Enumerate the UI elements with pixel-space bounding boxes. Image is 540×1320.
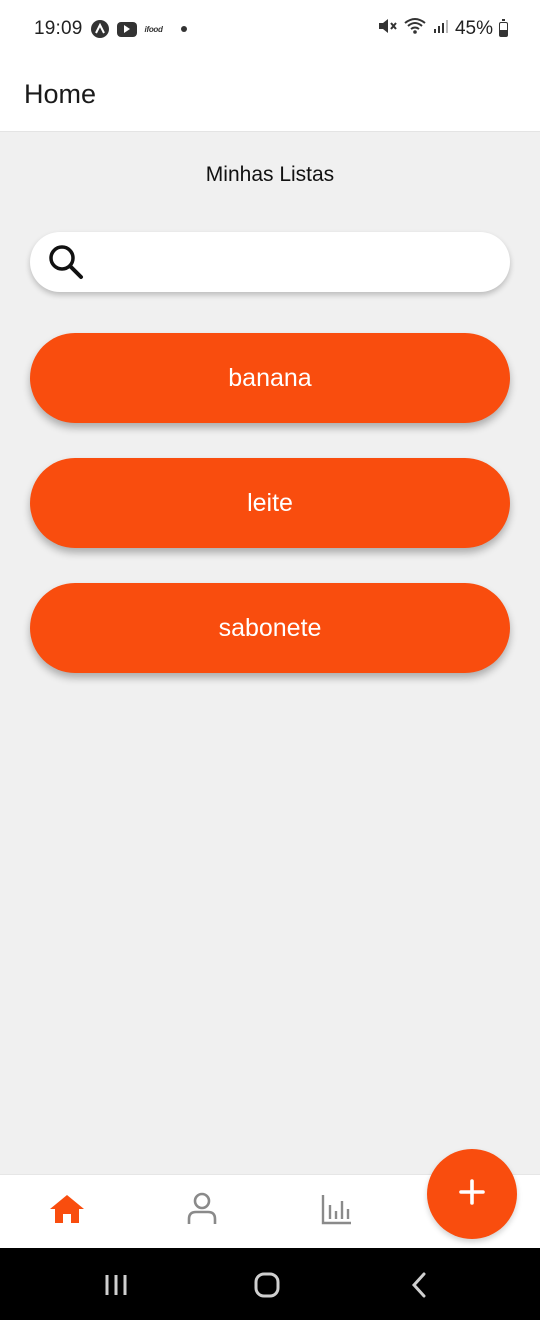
battery-icon bbox=[499, 18, 508, 37]
nav-stats[interactable] bbox=[317, 1191, 357, 1231]
add-list-button[interactable] bbox=[427, 1149, 517, 1239]
youtube-icon bbox=[116, 21, 137, 37]
mute-icon bbox=[377, 17, 397, 41]
system-nav-bar bbox=[0, 1248, 540, 1320]
page-title: Home bbox=[24, 79, 97, 109]
dot-icon bbox=[180, 26, 187, 32]
status-left: 19:09 ifood bbox=[34, 18, 187, 40]
shopping-lists: banana leite sabonete bbox=[30, 333, 510, 708]
search-icon[interactable] bbox=[46, 242, 86, 282]
status-right: 45% bbox=[377, 16, 508, 42]
app-bar: Home bbox=[0, 58, 540, 132]
plus-icon bbox=[459, 1178, 485, 1210]
bar-chart-icon bbox=[320, 1192, 354, 1231]
list-item-sabonete[interactable]: sabonete bbox=[30, 583, 510, 673]
home-icon bbox=[48, 1192, 86, 1231]
list-item-leite[interactable]: leite bbox=[30, 458, 510, 548]
home-circle-icon[interactable] bbox=[252, 1270, 282, 1300]
battery-percent: 45% bbox=[454, 18, 493, 39]
recent-apps-icon[interactable] bbox=[101, 1270, 131, 1300]
back-icon[interactable] bbox=[404, 1270, 434, 1300]
list-item-label: banana bbox=[228, 363, 312, 392]
section-title: Minhas Listas bbox=[205, 163, 335, 186]
search-input[interactable] bbox=[86, 232, 510, 292]
list-item-label: sabonete bbox=[218, 613, 322, 642]
nav-profile[interactable] bbox=[182, 1191, 222, 1231]
list-item-banana[interactable]: banana bbox=[30, 333, 510, 423]
person-icon bbox=[185, 1191, 219, 1232]
app-a-icon bbox=[90, 20, 109, 38]
nav-home[interactable] bbox=[47, 1191, 87, 1231]
status-time: 19:09 bbox=[34, 18, 83, 39]
wifi-icon bbox=[403, 16, 427, 42]
status-bar: 19:09 ifood 45% bbox=[0, 0, 540, 58]
list-item-label: leite bbox=[247, 488, 293, 517]
signal-icon bbox=[433, 18, 449, 40]
search-bar[interactable] bbox=[30, 232, 510, 292]
ifood-icon: ifood bbox=[144, 24, 163, 34]
